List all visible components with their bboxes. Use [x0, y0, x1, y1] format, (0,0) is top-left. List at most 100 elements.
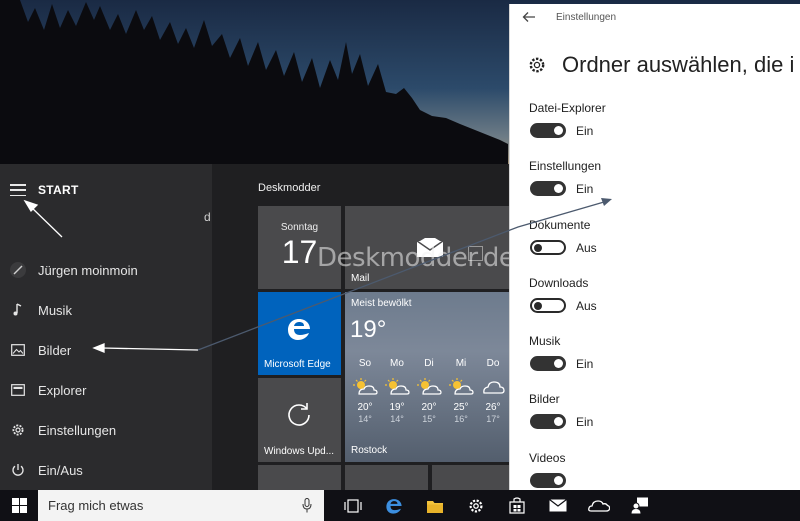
watermark: Deskmodder.de [317, 243, 515, 273]
edge-tile[interactable]: Microsoft Edge [258, 292, 341, 375]
people-icon [631, 497, 648, 514]
setting-row-einstellungen: Einstellungen Ein [529, 159, 789, 213]
windows-update-tile[interactable]: Windows Upd... [258, 378, 341, 462]
calendar-day-name: Sonntag [280, 222, 319, 233]
forecast-low: 14° [358, 414, 372, 424]
tile[interactable] [258, 465, 341, 490]
back-arrow-icon[interactable] [522, 10, 536, 24]
onedrive-icon [587, 500, 610, 512]
settings-taskbar-button[interactable] [455, 490, 496, 521]
onedrive-taskbar-button[interactable] [578, 490, 619, 521]
tile-group-title: Deskmodder [258, 182, 321, 194]
toggle-switch[interactable] [530, 298, 566, 313]
tile-label: Windows Upd... [264, 446, 335, 457]
start-menu: START d Jürgen moinmoin Musik Bilder Exp… [0, 164, 528, 490]
mail-icon [548, 499, 567, 512]
weather-condition: Meist bewölkt [351, 298, 412, 309]
toggle-switch[interactable] [530, 181, 566, 196]
people-taskbar-button[interactable] [619, 490, 660, 521]
forecast-day: Di 20° 15° [413, 358, 445, 424]
picture-icon [10, 342, 26, 358]
rail-item-label: Ein/Aus [38, 462, 83, 478]
forecast-high: 26° [485, 402, 501, 413]
rail-item-label: Bilder [38, 342, 72, 358]
rail-item-label: Einstellungen [38, 422, 117, 438]
hamburger-menu-icon[interactable] [10, 184, 26, 196]
search-input[interactable] [38, 490, 288, 521]
task-view-button[interactable] [332, 490, 373, 521]
start-title: START [38, 183, 79, 197]
rail-item-user[interactable]: Jürgen moinmoin [0, 252, 212, 288]
edge-logo-icon [288, 319, 310, 340]
forecast-low: 15° [422, 414, 436, 424]
forecast-day-name: Mo [390, 358, 404, 369]
rail-item-power[interactable]: Ein/Aus [0, 452, 212, 488]
microphone-icon[interactable] [302, 498, 312, 513]
forecast-day: So 20° 14° [349, 358, 381, 424]
forecast-low: 17° [486, 414, 500, 424]
rail-item-musik[interactable]: Musik [0, 292, 212, 328]
setting-row-bilder: Bilder Ein [529, 392, 789, 446]
settings-gear-icon [468, 498, 483, 513]
store-taskbar-button[interactable] [496, 490, 537, 521]
windows-start-button[interactable] [0, 490, 38, 521]
rail-item-explorer[interactable]: Explorer [0, 372, 212, 408]
setting-row-downloads: Downloads Aus [529, 276, 789, 330]
refresh-icon [288, 403, 310, 426]
forecast-day-name: Mi [455, 358, 467, 369]
toggle-state: Ein [576, 124, 594, 138]
tile[interactable] [345, 465, 428, 490]
edge-icon [385, 498, 402, 514]
explorer-taskbar-button[interactable] [414, 490, 455, 521]
setting-label: Videos [529, 451, 566, 465]
weather-current-temp: 19° [350, 316, 387, 343]
forecast-high: 20° [357, 402, 373, 413]
partly-sunny-icon [445, 375, 477, 397]
file-explorer-icon [10, 382, 26, 398]
cortana-search-box[interactable] [38, 490, 324, 521]
forecast-high: 19° [389, 402, 405, 413]
toggle-switch[interactable] [530, 414, 566, 429]
forecast-day-name: So [358, 358, 372, 369]
toggle-switch[interactable] [530, 123, 566, 138]
forecast-high: 25° [453, 402, 469, 413]
forecast-day: Mo 19° 14° [381, 358, 413, 424]
file-explorer-icon [426, 500, 443, 513]
rail-item-einstellungen[interactable]: Einstellungen [0, 412, 212, 448]
toggle-switch[interactable] [530, 356, 566, 371]
partly-sunny-icon [381, 375, 413, 397]
power-icon [10, 462, 26, 478]
taskbar [0, 490, 800, 521]
forecast-day-name: Do [486, 358, 500, 369]
windows-logo-icon [11, 498, 27, 513]
setting-label: Downloads [529, 276, 589, 290]
gear-icon [529, 57, 545, 73]
edge-taskbar-button[interactable] [373, 490, 414, 521]
setting-label: Datei-Explorer [529, 101, 606, 115]
forecast-high: 20° [421, 402, 437, 413]
partly-sunny-icon [413, 375, 445, 397]
music-note-icon [10, 302, 26, 318]
toggle-state: Ein [576, 415, 594, 429]
mail-taskbar-button[interactable] [537, 490, 578, 521]
rail-item-bilder[interactable]: Bilder [0, 332, 212, 368]
forecast-day: Mi 25° 16° [445, 358, 477, 424]
toggle-state: Aus [576, 241, 597, 255]
toggle-switch[interactable] [530, 473, 566, 488]
taskbar-icons [332, 490, 660, 521]
user-avatar-icon [10, 262, 26, 278]
settings-window-title: Einstellungen [556, 11, 617, 23]
tile-label: Mail [351, 273, 370, 284]
setting-label: Dokumente [529, 218, 591, 232]
toggle-state: Ein [576, 182, 594, 196]
rail-stray-text: d [204, 210, 211, 224]
cloudy-icon [477, 375, 509, 397]
settings-titlebar: Einstellungen [510, 4, 800, 30]
tile[interactable] [432, 465, 515, 490]
toggle-switch[interactable] [530, 240, 566, 255]
setting-row-musik: Musik Ein [529, 334, 789, 388]
rail-item-label: Explorer [38, 382, 87, 398]
setting-label: Bilder [529, 392, 560, 406]
weather-tile[interactable]: Meist bewölkt 19° So 20° 14° Mo 19° 14° … [345, 292, 513, 462]
rail-item-label: Musik [38, 302, 72, 318]
